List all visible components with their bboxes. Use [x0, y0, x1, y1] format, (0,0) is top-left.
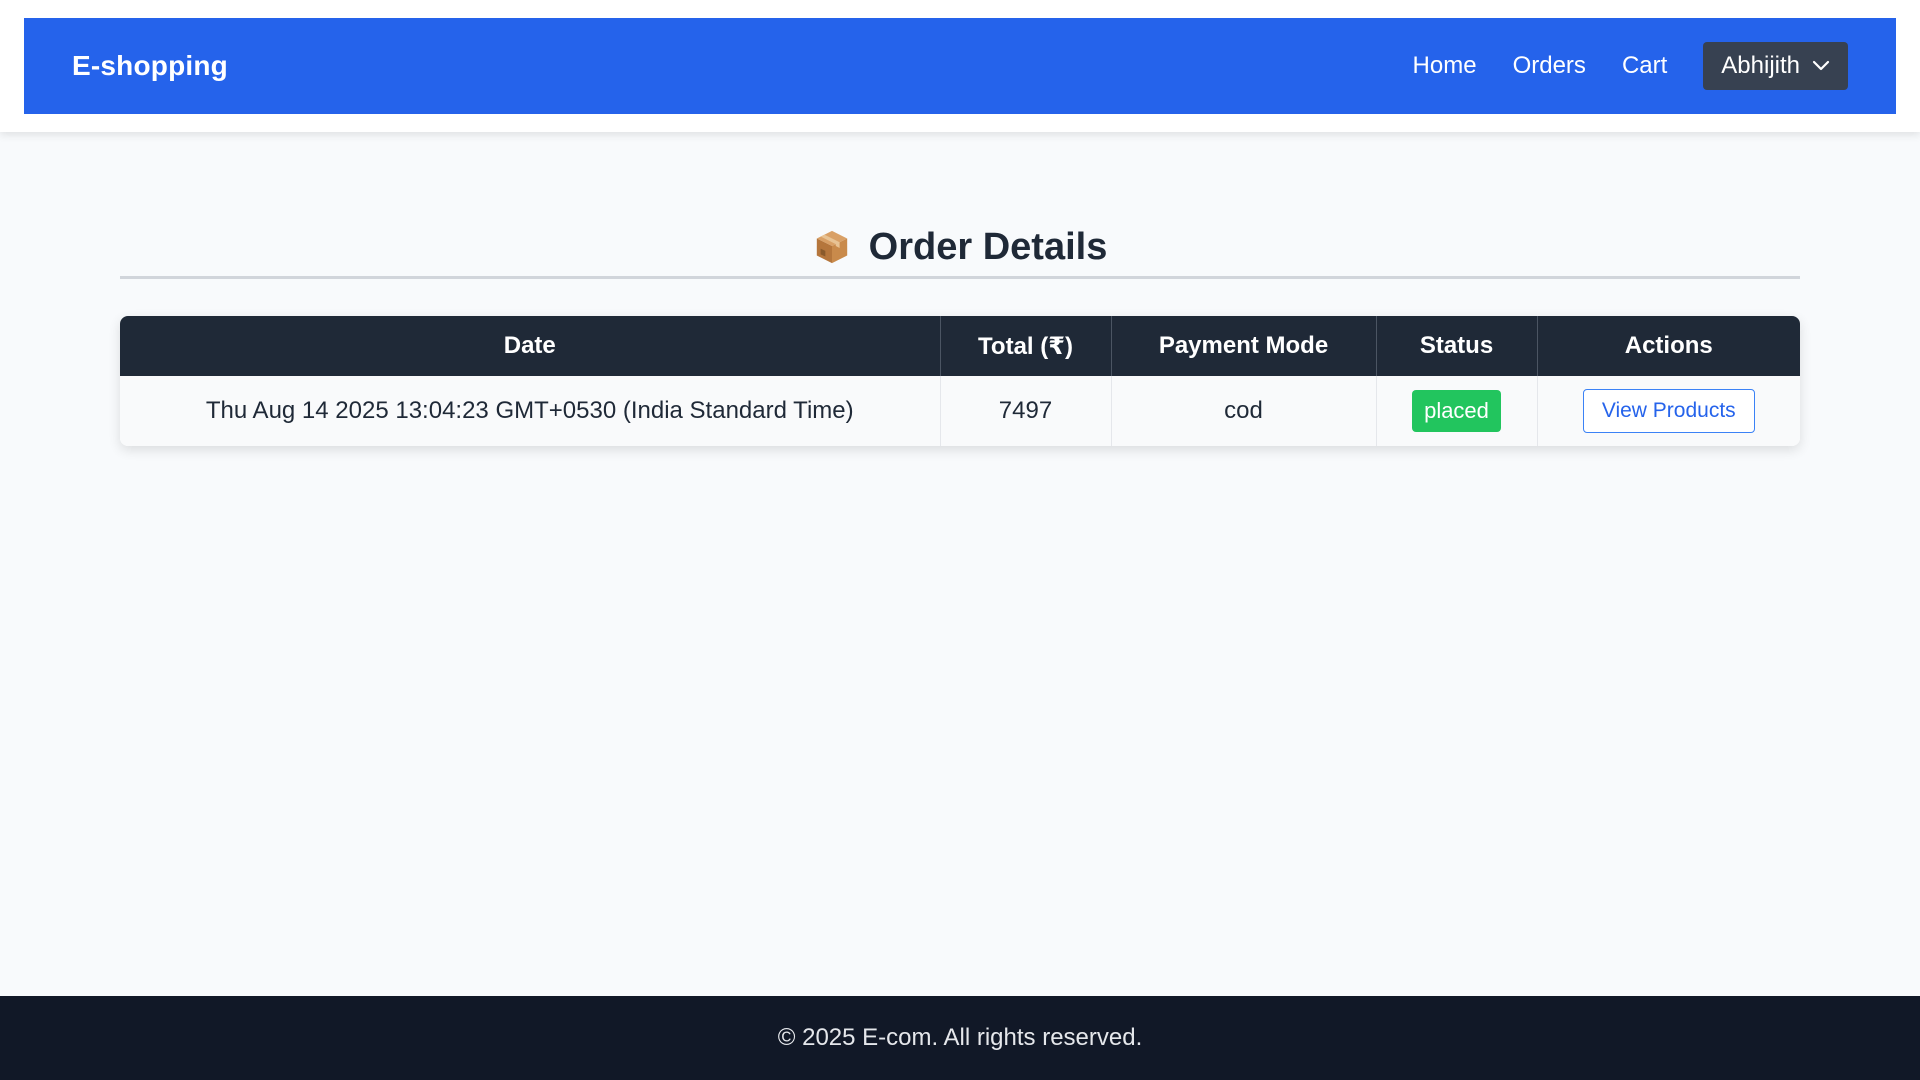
column-header-actions: Actions [1624, 332, 1713, 359]
table-header: Date Total (₹) Payment Mode Status Actio… [120, 316, 1800, 376]
user-name: Abhijith [1721, 52, 1800, 79]
order-actions-cell: View Products [1537, 376, 1800, 446]
page-title-row: Order Details [120, 216, 1800, 278]
navbar: E-shopping Home Orders Cart Abhijith [24, 18, 1896, 114]
order-total: 7497 [940, 376, 1112, 446]
page: E-shopping Home Orders Cart Abhijith Ord… [0, 0, 1920, 1080]
user-menu-button[interactable]: Abhijith [1703, 42, 1848, 90]
nav-link-home[interactable]: Home [1413, 52, 1477, 80]
orders-table-card: Date Total (₹) Payment Mode Status Actio… [120, 316, 1800, 446]
order-date: Thu Aug 14 2025 13:04:23 GMT+0530 (India… [120, 376, 941, 446]
view-products-button[interactable]: View Products [1582, 389, 1755, 433]
header: E-shopping Home Orders Cart Abhijith [0, 0, 1920, 132]
title-divider [120, 276, 1800, 279]
brand-logo[interactable]: E-shopping [72, 50, 228, 82]
order-payment-mode: cod [1111, 376, 1377, 446]
footer-copyright: © 2025 E-com. All rights reserved. [777, 1024, 1143, 1051]
footer: © 2025 E-com. All rights reserved. [0, 996, 1920, 1080]
column-header-total: Total (₹) [940, 316, 1112, 376]
column-header-payment-mode: Payment Mode [1111, 316, 1377, 376]
orders-table: Date Total (₹) Payment Mode Status Actio… [120, 316, 1800, 446]
nav-links: Home Orders Cart Abhijith [1377, 42, 1848, 90]
page-title: Order Details [868, 225, 1108, 268]
nav-link-orders[interactable]: Orders [1513, 52, 1586, 80]
status-badge: placed [1412, 390, 1501, 432]
nav-link-cart[interactable]: Cart [1622, 52, 1667, 80]
chevron-down-icon [1812, 60, 1830, 71]
package-icon [816, 230, 847, 264]
order-status-cell: placed [1376, 376, 1538, 446]
column-header-status: Status [1376, 316, 1538, 376]
column-header-date: Date [120, 316, 941, 376]
table-row: Thu Aug 14 2025 13:04:23 GMT+0530 (India… [120, 376, 1800, 446]
